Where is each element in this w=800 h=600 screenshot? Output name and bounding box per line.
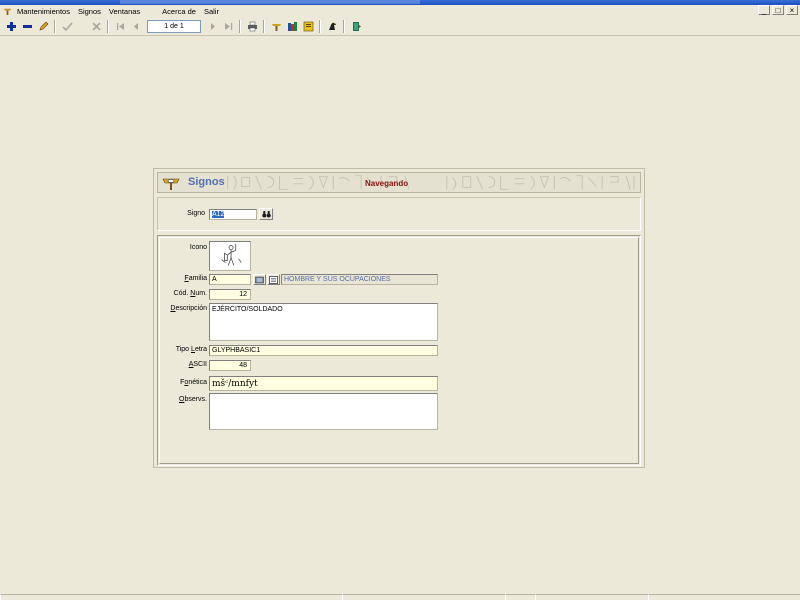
menu-acerca-de[interactable]: Acerca de bbox=[158, 7, 200, 16]
toolbar: 1 de 1 bbox=[0, 17, 800, 36]
fonetica-input[interactable]: mšᶜ/mnfyt bbox=[209, 376, 438, 391]
minus-icon bbox=[23, 24, 32, 28]
next-record-button[interactable] bbox=[205, 19, 220, 34]
form-header: Signos Navegando bbox=[157, 172, 641, 193]
filter-icon bbox=[255, 276, 264, 283]
toolbar-separator bbox=[263, 19, 265, 33]
cancel-button[interactable] bbox=[89, 19, 104, 34]
books-icon bbox=[288, 21, 297, 31]
signs-button[interactable] bbox=[269, 19, 284, 34]
first-record-button[interactable] bbox=[113, 19, 128, 34]
details-area: Icono Familia A HOMBRE Y SUS OCUPACIONES… bbox=[157, 235, 641, 466]
signo-value: A12 bbox=[212, 211, 225, 218]
signo-label: Signo bbox=[187, 210, 205, 217]
accept-button[interactable] bbox=[60, 19, 75, 34]
icono-preview bbox=[209, 241, 251, 271]
toolbar-separator bbox=[54, 19, 56, 33]
toolbar-separator bbox=[107, 19, 109, 33]
observs-label: Observs. bbox=[178, 396, 207, 403]
status-segment bbox=[535, 594, 648, 600]
first-icon bbox=[117, 22, 124, 30]
dictionary-button[interactable] bbox=[301, 19, 316, 34]
menu-salir[interactable]: Salir bbox=[200, 7, 223, 16]
record-position: 1 de 1 bbox=[147, 19, 201, 33]
soldier-glyph-icon bbox=[221, 243, 242, 266]
tipo-letra-label: Tipo Letra bbox=[175, 346, 207, 353]
window-title-strip bbox=[120, 0, 420, 4]
bird-icon bbox=[329, 22, 336, 30]
last-record-button[interactable] bbox=[221, 19, 236, 34]
tipo-letra-input[interactable]: GLYPHBASIC1 bbox=[209, 345, 438, 356]
toolbar-separator bbox=[319, 19, 321, 33]
binoculars-icon bbox=[261, 211, 271, 218]
add-button[interactable] bbox=[4, 19, 19, 34]
fonetica-label: Fonética bbox=[180, 379, 207, 386]
signs-logo-icon bbox=[162, 178, 180, 190]
menu-mantenimientos[interactable]: Mantenimientos bbox=[13, 7, 74, 16]
familia-description: HOMBRE Y SUS OCUPACIONES bbox=[281, 274, 438, 285]
status-segment bbox=[648, 594, 800, 600]
familia-label: Familia bbox=[184, 275, 207, 282]
menu-signos[interactable]: Signos bbox=[74, 7, 105, 16]
books-button[interactable] bbox=[285, 19, 300, 34]
previous-record-button[interactable] bbox=[129, 19, 144, 34]
ascii-input[interactable]: 48 bbox=[209, 360, 251, 371]
status-bar bbox=[0, 594, 800, 600]
toolbar-separator bbox=[343, 19, 345, 33]
familia-lookup-button[interactable] bbox=[253, 274, 266, 285]
cod-num-label: Cód. Num. bbox=[173, 290, 207, 297]
icono-label: Icono bbox=[189, 244, 207, 251]
pencil-icon bbox=[39, 21, 49, 30]
app-sign-icon bbox=[3, 8, 12, 15]
descripcion-label: Descripción bbox=[170, 305, 207, 312]
signos-form: Signos Navegando Signo A12 Icono Familia… bbox=[153, 168, 645, 468]
list-icon bbox=[269, 275, 278, 284]
next-icon bbox=[211, 22, 215, 30]
familia-input[interactable]: A bbox=[209, 274, 251, 285]
signo-input[interactable]: A12 bbox=[209, 209, 257, 220]
check-icon bbox=[62, 21, 73, 31]
hieroglyph-button[interactable] bbox=[325, 19, 340, 34]
observs-textarea[interactable] bbox=[209, 393, 438, 430]
edit-button[interactable] bbox=[36, 19, 51, 34]
status-segment bbox=[342, 594, 505, 600]
status-segment bbox=[505, 594, 535, 600]
search-signo-button[interactable] bbox=[259, 208, 273, 220]
previous-icon bbox=[134, 22, 138, 30]
descripcion-textarea[interactable]: EJÉRCITO/SOLDADO bbox=[209, 303, 438, 341]
form-status: Navegando bbox=[365, 179, 409, 188]
cancel-icon bbox=[92, 21, 101, 31]
exit-button[interactable] bbox=[349, 19, 364, 34]
familia-list-button[interactable] bbox=[267, 274, 280, 285]
ascii-label: ASCII bbox=[188, 361, 207, 368]
door-exit-icon bbox=[353, 21, 361, 31]
printer-icon bbox=[248, 21, 257, 31]
sign-icon bbox=[272, 23, 281, 31]
details-inner: Icono Familia A HOMBRE Y SUS OCUPACIONES… bbox=[159, 237, 639, 464]
menu-ventanas[interactable]: Ventanas bbox=[105, 7, 144, 16]
delete-button[interactable] bbox=[20, 19, 35, 34]
last-icon bbox=[225, 22, 233, 30]
search-area: Signo A12 bbox=[157, 197, 641, 231]
dictionary-icon bbox=[303, 21, 314, 31]
cod-num-input[interactable]: 12 bbox=[209, 289, 251, 300]
print-button[interactable] bbox=[245, 19, 260, 34]
toolbar-separator bbox=[239, 19, 241, 33]
plus-icon bbox=[7, 21, 16, 31]
form-title: Signos bbox=[188, 176, 225, 188]
menu-bar: Mantenimientos Signos Ventanas Acerca de… bbox=[0, 5, 800, 17]
status-segment bbox=[0, 594, 342, 600]
